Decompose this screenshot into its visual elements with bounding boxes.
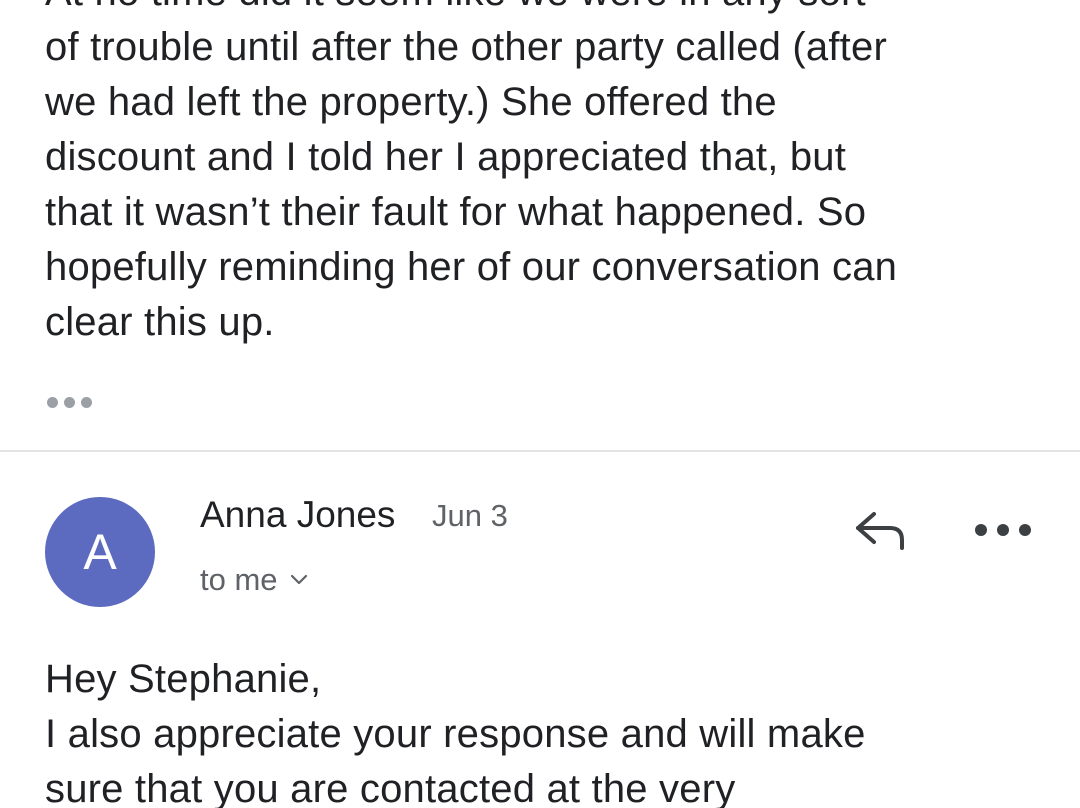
message-body: Hey Stephanie, I also appreciate your re… xyxy=(45,652,1045,808)
message-text-line: sure that you are contacted at the very xyxy=(45,767,736,808)
email-thread: At no time did it seem like we were in a… xyxy=(0,0,1080,808)
message-text-line: At no time did it seem like we were in a… xyxy=(45,0,1045,20)
message-date: Jun 3 xyxy=(432,498,508,533)
avatar-letter: A xyxy=(83,524,117,580)
show-trimmed-content-button[interactable] xyxy=(47,394,97,410)
more-horiz-icon xyxy=(975,524,987,536)
message-text-line: clear this up. xyxy=(45,300,275,344)
message-divider xyxy=(0,450,1080,452)
message-text-line: that it wasn’t their fault for what happ… xyxy=(45,190,867,234)
message-text-line: Hey Stephanie, xyxy=(45,657,322,701)
sender-name[interactable]: Anna Jones xyxy=(200,493,395,537)
recipients-toggle[interactable]: to me xyxy=(200,562,308,598)
avatar[interactable]: A xyxy=(45,497,155,607)
reply-button[interactable] xyxy=(850,502,914,558)
chevron-down-icon xyxy=(290,574,307,585)
message-text-line: I also appreciate your response and will… xyxy=(45,712,866,756)
message-text-line: discount and I told her I appreciated th… xyxy=(45,135,847,179)
more-options-button[interactable] xyxy=(975,516,1031,544)
previous-message-body: At no time did it seem like we were in a… xyxy=(45,0,1045,350)
message-text-line: hopefully reminding her of our conversat… xyxy=(45,245,898,289)
more-horiz-icon xyxy=(47,396,58,408)
message-text-line: we had left the property.) She offered t… xyxy=(45,80,777,124)
reply-icon xyxy=(856,512,904,550)
message-text-line: of trouble until after the other party c… xyxy=(45,25,887,69)
recipients-label: to me xyxy=(200,562,278,597)
